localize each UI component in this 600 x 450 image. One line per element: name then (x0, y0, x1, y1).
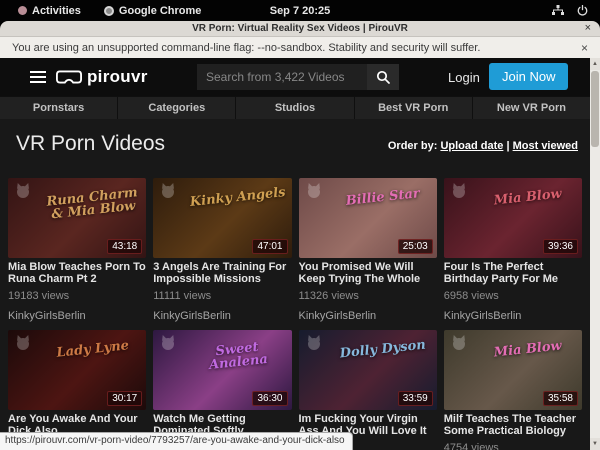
main-nav: Pornstars Categories Studios Best VR Por… (0, 96, 590, 119)
video-card[interactable]: Runa Charm & Mia Blow 43:18 Mia Blow Tea… (8, 178, 146, 322)
duration-badge: 43:18 (107, 239, 142, 254)
studio-cat-logo-icon (159, 334, 177, 351)
thumbnail-overlay-title: Billie Star (333, 186, 433, 209)
order-separator: | (506, 140, 509, 152)
studio-cat-logo-icon (305, 182, 323, 199)
video-title[interactable]: Mia Blow Teaches Porn To Runa Charm Pt 2 (8, 261, 146, 285)
video-card[interactable]: Kinky Angels 47:01 3 Angels Are Training… (153, 178, 291, 322)
nav-item-best-vr-porn[interactable]: Best VR Porn (355, 97, 472, 119)
nav-item-pornstars[interactable]: Pornstars (0, 97, 117, 119)
video-thumbnail[interactable]: Sweet Analena 36:30 (153, 330, 291, 410)
network-icon[interactable] (552, 5, 564, 16)
join-now-button[interactable]: Join Now (489, 63, 568, 90)
vr-goggles-icon (56, 70, 82, 85)
video-studio-link[interactable]: KinkyGirlsBerlin (153, 310, 291, 322)
duration-badge: 39:36 (543, 239, 578, 254)
thumbnail-overlay-title: Runa Charm & Mia Blow (42, 186, 144, 222)
video-views: 6958 views (444, 290, 582, 302)
site-logo[interactable]: pirouvr (56, 67, 148, 87)
video-title[interactable]: Milf Teaches The Teacher Some Practical … (444, 413, 582, 437)
video-thumbnail[interactable]: Mia Blow 35:58 (444, 330, 582, 410)
nav-item-categories[interactable]: Categories (118, 97, 235, 119)
chrome-infobar: You are using an unsupported command-lin… (0, 37, 600, 58)
login-link[interactable]: Login (448, 70, 480, 85)
search-icon (376, 70, 390, 84)
infobar-close-icon[interactable]: × (581, 41, 588, 55)
desktop-top-bar: Activities Google Chrome Sep 7 20:25 (0, 0, 600, 21)
recording-indicator-icon (18, 6, 27, 15)
activities-button[interactable]: Activities (10, 5, 89, 17)
video-title[interactable]: 3 Angels Are Training For Impossible Mis… (153, 261, 291, 285)
search-input[interactable] (197, 64, 367, 90)
order-link-most-viewed[interactable]: Most viewed (513, 140, 578, 152)
chrome-icon (104, 6, 114, 16)
window-title: VR Porn: Virtual Reality Sex Videos | Pi… (192, 23, 408, 34)
infobar-message: You are using an unsupported command-lin… (12, 42, 480, 54)
video-views: 4754 views (444, 442, 582, 450)
studio-cat-logo-icon (450, 334, 468, 351)
app-menu-label: Google Chrome (119, 5, 202, 17)
app-menu-button[interactable]: Google Chrome (96, 5, 210, 17)
scrollbar-down-icon[interactable]: ▼ (590, 438, 600, 450)
thumbnail-overlay-title: Mia Blow (478, 338, 578, 361)
video-thumbnail[interactable]: Mia Blow 39:36 (444, 178, 582, 258)
video-thumbnail[interactable]: Billie Star 25:03 (299, 178, 437, 258)
order-by-label: Order by: (388, 140, 438, 152)
clock[interactable]: Sep 7 20:25 (270, 5, 331, 17)
order-by-controls: Order by: Upload date | Most viewed (388, 140, 578, 152)
search-button[interactable] (367, 64, 399, 90)
video-card[interactable]: Billie Star 25:03 You Promised We Will K… (299, 178, 437, 322)
browser-titlebar: VR Porn: Virtual Reality Sex Videos | Pi… (0, 21, 600, 37)
studio-cat-logo-icon (159, 182, 177, 199)
thumbnail-overlay-title: Lady Lyne (42, 338, 142, 361)
studio-cat-logo-icon (14, 334, 32, 351)
nav-item-new-vr-porn[interactable]: New VR Porn (473, 97, 590, 119)
studio-cat-logo-icon (450, 182, 468, 199)
scrollbar-thumb[interactable] (591, 71, 599, 147)
scrollbar-up-icon[interactable]: ▲ (590, 58, 600, 70)
video-thumbnail[interactable]: Runa Charm & Mia Blow 43:18 (8, 178, 146, 258)
thumbnail-overlay-title: Mia Blow (478, 186, 578, 209)
power-icon[interactable] (577, 5, 588, 16)
studio-cat-logo-icon (14, 182, 32, 199)
studio-cat-logo-icon (305, 334, 323, 351)
video-thumbnail[interactable]: Lady Lyne 30:17 (8, 330, 146, 410)
page-scrollbar[interactable]: ▲ ▼ (590, 58, 600, 450)
status-url-bubble: https://pirouvr.com/vr-porn-video/779325… (0, 432, 353, 450)
site-logo-text: pirouvr (87, 67, 148, 87)
video-views: 11111 views (153, 290, 291, 302)
browser-viewport: pirouvr Login Join Now Pornstars Categor… (0, 58, 600, 450)
video-card[interactable]: Mia Blow 39:36 Four Is The Perfect Birth… (444, 178, 582, 322)
menu-hamburger-icon[interactable] (30, 71, 46, 86)
video-studio-link[interactable]: KinkyGirlsBerlin (299, 310, 437, 322)
site-header: pirouvr Login Join Now (0, 58, 590, 96)
video-views: 11326 views (299, 290, 437, 302)
duration-badge: 35:58 (543, 391, 578, 406)
video-views: 19183 views (8, 290, 146, 302)
order-link-upload-date[interactable]: Upload date (440, 140, 503, 152)
video-grid: Runa Charm & Mia Blow 43:18 Mia Blow Tea… (8, 178, 582, 450)
video-card[interactable]: Mia Blow 35:58 Milf Teaches The Teacher … (444, 330, 582, 450)
duration-badge: 36:30 (252, 391, 287, 406)
video-title[interactable]: You Promised We Will Keep Trying The Who… (299, 261, 437, 285)
thumbnail-overlay-title: Kinky Angels (188, 186, 288, 209)
thumbnail-overlay-title: Sweet Analena (187, 338, 289, 374)
video-studio-link[interactable]: KinkyGirlsBerlin (8, 310, 146, 322)
duration-badge: 33:59 (398, 391, 433, 406)
page-title: VR Porn Videos (16, 132, 165, 156)
thumbnail-overlay-title: Dolly Dyson (333, 338, 433, 361)
nav-item-studios[interactable]: Studios (236, 97, 353, 119)
duration-badge: 25:03 (398, 239, 433, 254)
video-thumbnail[interactable]: Dolly Dyson 33:59 (299, 330, 437, 410)
video-title[interactable]: Four Is The Perfect Birthday Party For M… (444, 261, 582, 285)
video-studio-link[interactable]: KinkyGirlsBerlin (444, 310, 582, 322)
duration-badge: 47:01 (252, 239, 287, 254)
video-thumbnail[interactable]: Kinky Angels 47:01 (153, 178, 291, 258)
activities-label: Activities (32, 5, 81, 17)
window-close-icon[interactable]: × (585, 22, 591, 34)
duration-badge: 30:17 (107, 391, 142, 406)
